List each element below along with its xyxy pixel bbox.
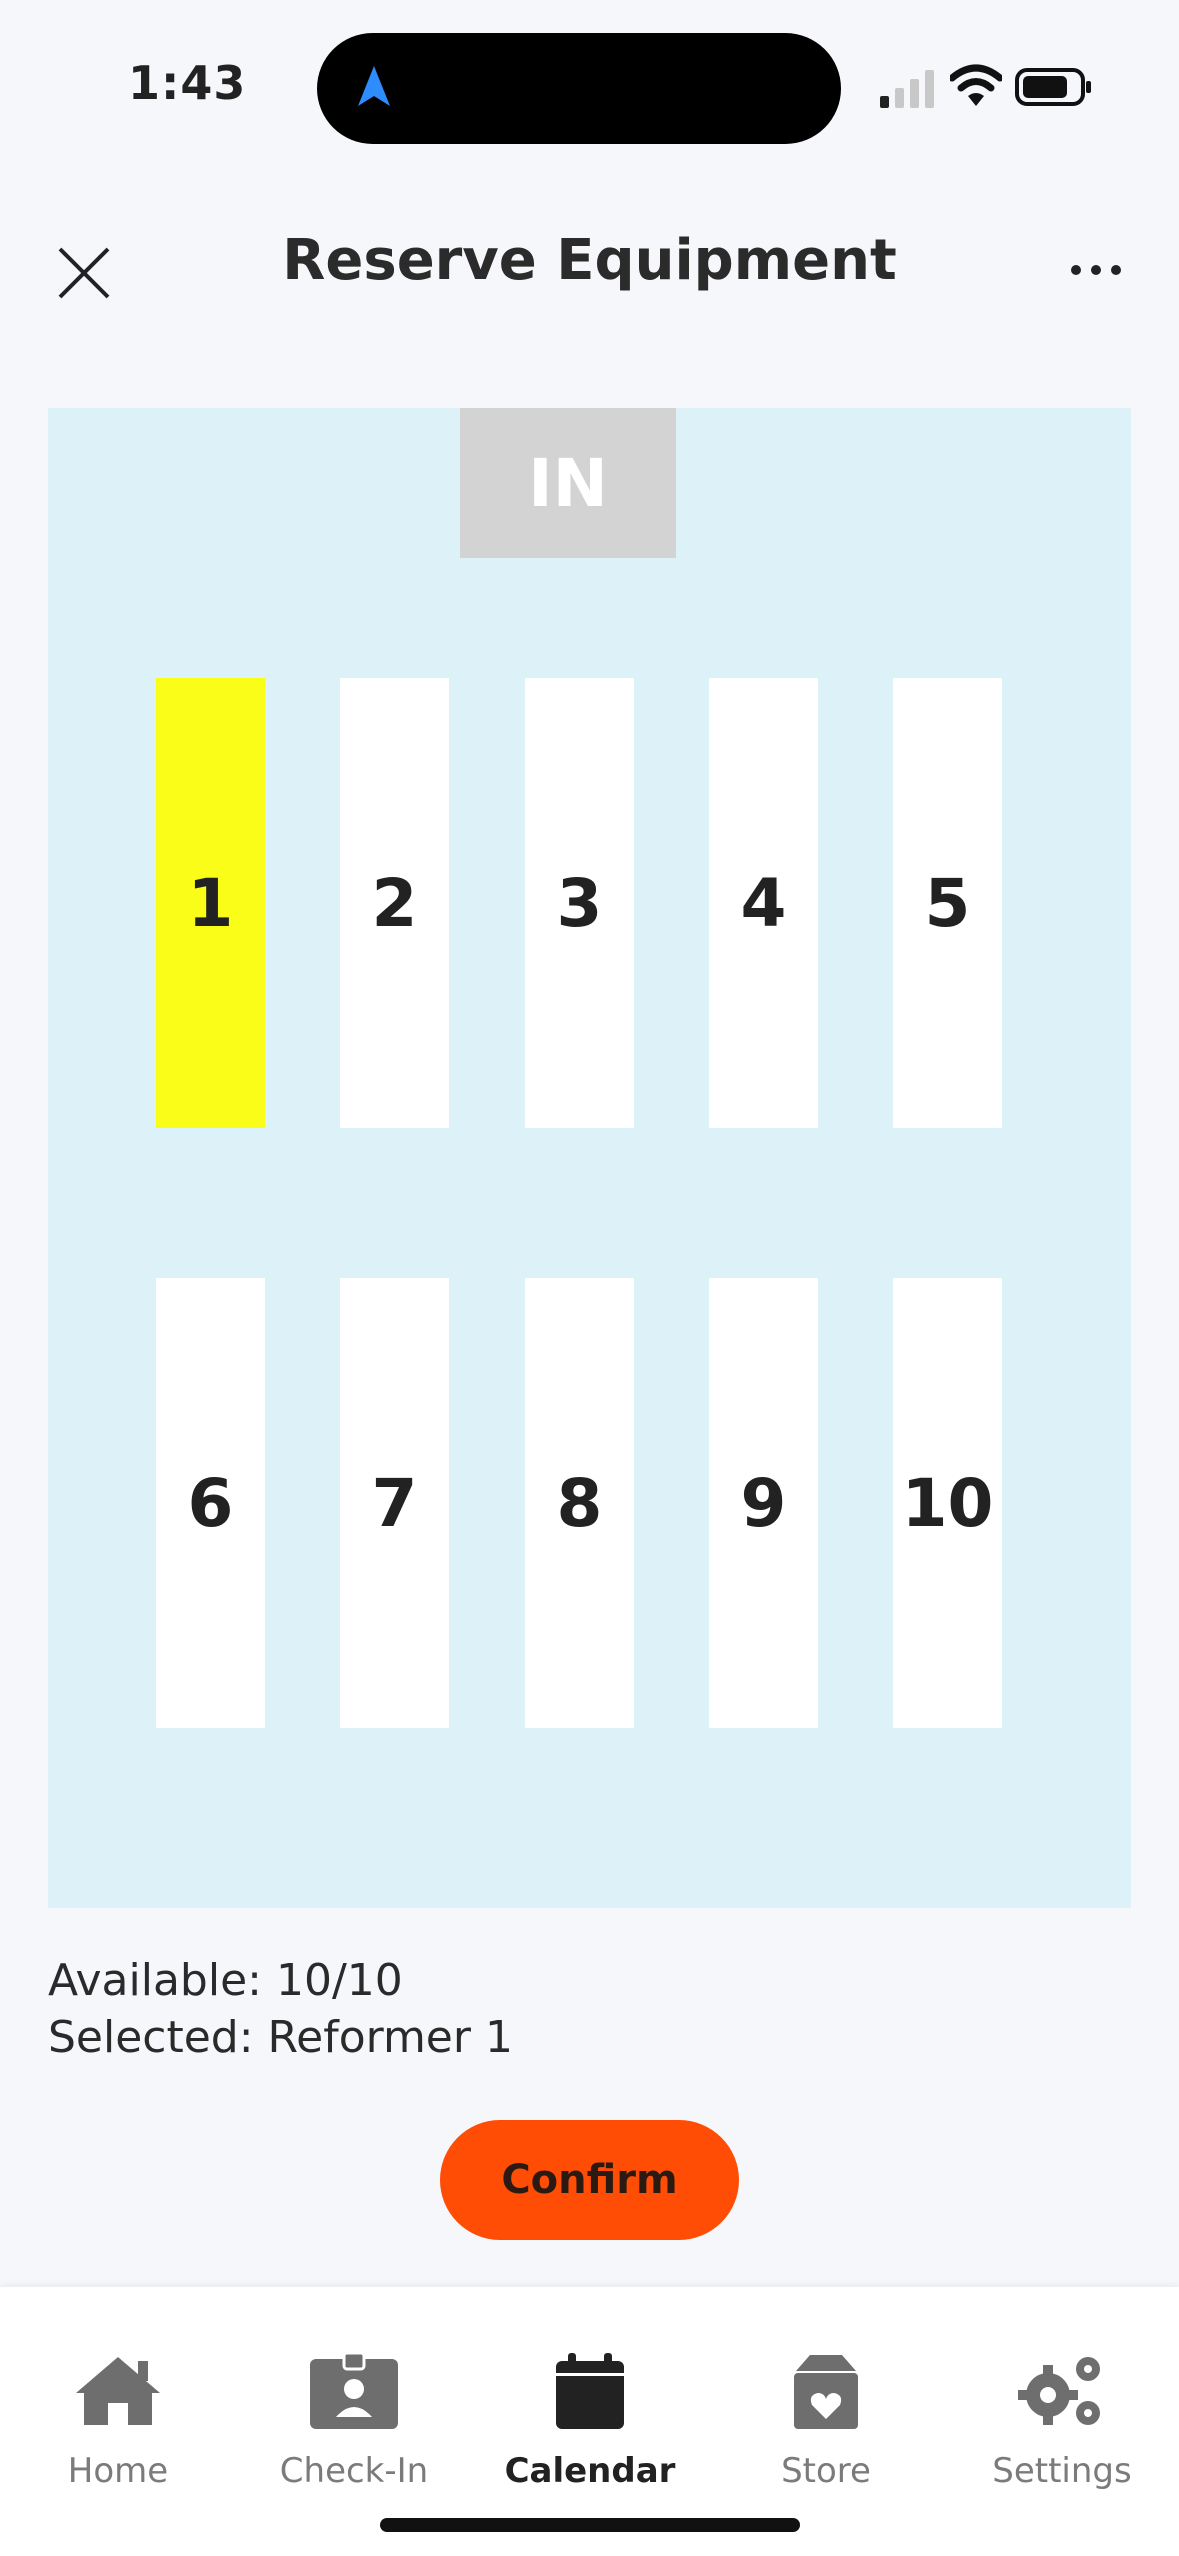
gears-icon bbox=[1018, 2357, 1100, 2425]
tab-calendar[interactable]: Calendar bbox=[472, 2287, 708, 2527]
tab-settings[interactable]: Settings bbox=[944, 2287, 1179, 2527]
battery-icon bbox=[1015, 68, 1091, 106]
home-indicator bbox=[380, 2518, 800, 2532]
tab-store[interactable]: Store bbox=[708, 2287, 944, 2527]
tab-label: Check-In bbox=[279, 2451, 429, 2491]
tab-bar: Home Check-In Calendar Store Settings bbox=[0, 2287, 1179, 2556]
page-title: Reserve Equipment bbox=[282, 228, 897, 293]
gift-box-icon bbox=[794, 2355, 858, 2429]
equipment-slot[interactable]: 8 bbox=[525, 1278, 634, 1728]
tab-label: Settings bbox=[992, 2451, 1132, 2491]
equipment-slot[interactable]: 6 bbox=[156, 1278, 265, 1728]
selected-equipment: Selected: Reformer 1 bbox=[48, 2012, 513, 2063]
floor-map: IN 1 2 3 4 5 6 7 8 9 10 bbox=[48, 408, 1131, 1908]
tab-label: Home bbox=[67, 2451, 169, 2491]
id-badge-icon bbox=[310, 2351, 398, 2429]
equipment-slot[interactable]: 4 bbox=[709, 678, 818, 1128]
equipment-slot[interactable]: 2 bbox=[340, 678, 449, 1128]
equipment-slot[interactable]: 10 bbox=[893, 1278, 1002, 1728]
dynamic-island bbox=[317, 33, 841, 144]
navigation-arrow-icon bbox=[358, 66, 390, 106]
equipment-slot[interactable]: 3 bbox=[525, 678, 634, 1128]
status-time: 1:43 bbox=[128, 56, 247, 110]
tab-label: Calendar bbox=[504, 2451, 676, 2491]
available-count: Available: 10/10 bbox=[48, 1955, 403, 2006]
entrance-marker: IN bbox=[460, 408, 676, 558]
equipment-slot[interactable]: 9 bbox=[709, 1278, 818, 1728]
equipment-slot[interactable]: 7 bbox=[340, 1278, 449, 1728]
tab-home[interactable]: Home bbox=[0, 2287, 236, 2527]
wifi-icon bbox=[950, 64, 1002, 106]
tab-check-in[interactable]: Check-In bbox=[236, 2287, 472, 2527]
calendar-icon bbox=[556, 2353, 624, 2429]
home-icon bbox=[76, 2357, 160, 2425]
signal-icon bbox=[880, 70, 934, 108]
more-icon[interactable] bbox=[1066, 248, 1126, 292]
tab-label: Store bbox=[781, 2451, 871, 2491]
equipment-slot[interactable]: 1 bbox=[156, 678, 265, 1128]
confirm-button[interactable]: Confirm bbox=[440, 2120, 739, 2240]
equipment-slot[interactable]: 5 bbox=[893, 678, 1002, 1128]
